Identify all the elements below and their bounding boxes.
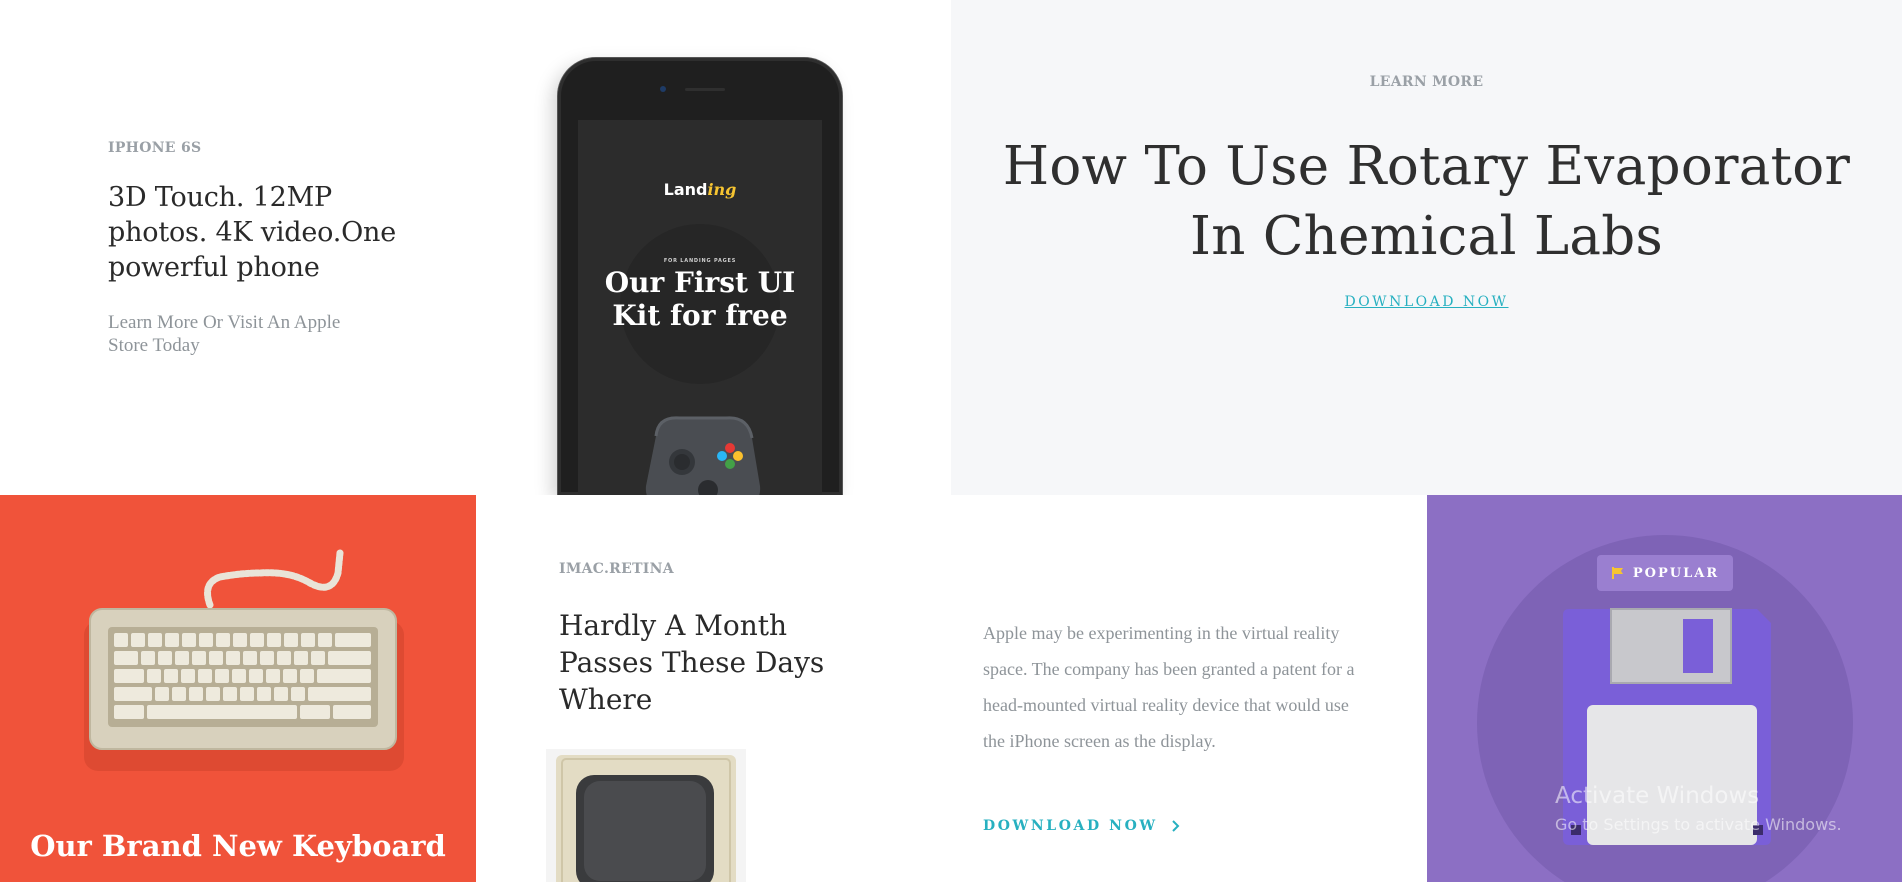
iphone-subtitle[interactable]: Learn More Or Visit An Apple Store Today (108, 311, 378, 357)
article-body: Apple may be experimenting in the virtua… (983, 623, 1355, 751)
screen-logo-main: Land (663, 180, 708, 199)
learn-eyebrow: LEARN MORE (1369, 74, 1484, 90)
keyboard-illustration (84, 549, 404, 771)
screen-logo: Landing (578, 180, 822, 199)
iphone-title: 3D Touch. 12MP photos. 4K video.One powe… (108, 182, 397, 283)
watermark-title: Activate Windows (1555, 783, 1760, 809)
iphone-tile: IPHONE 6S 3D Touch. 12MP photos. 4K vide… (0, 0, 951, 495)
screen-kicker: FOR LANDING PAGES (663, 258, 737, 264)
flag-icon (1611, 567, 1623, 579)
os-activation-watermark: Activate Windows Go to Settings to activ… (1555, 783, 1842, 834)
speaker-grille (685, 88, 725, 91)
floppy-tile: POPULAR Activate Windows Go to Settings … (1427, 495, 1902, 882)
iphone-eyebrow: IPHONE 6S (108, 140, 202, 156)
popular-badge-label: POPULAR (1632, 565, 1720, 581)
iphone-mockup: Landing FOR LANDING PAGES Our First UI K… (558, 58, 842, 495)
imac-eyebrow: IMAC.RETINA (559, 561, 674, 577)
keyboard-tile[interactable]: Our Brand New Keyboard (0, 495, 476, 882)
article-tile: Apple may be experimenting in the virtua… (951, 495, 1427, 882)
watermark-subtitle: Go to Settings to activate Windows. (1555, 815, 1842, 834)
screen-logo-accent: ing (707, 180, 737, 199)
camera-icon (660, 86, 666, 92)
keyboard-title[interactable]: Our Brand New Keyboard (0, 829, 476, 863)
download-now-label: DOWNLOAD NOW (983, 818, 1158, 834)
iphone-text-block: IPHONE 6S 3D Touch. 12MP photos. 4K vide… (108, 140, 408, 357)
page: IPHONE 6S 3D Touch. 12MP photos. 4K vide… (0, 0, 1902, 882)
imac-tile: IMAC.RETINA Hardly A Month Passes These … (476, 495, 951, 882)
phone-screen: Landing FOR LANDING PAGES Our First UI K… (578, 120, 822, 495)
download-now-link[interactable]: DOWNLOAD NOW (951, 294, 1902, 310)
screen-headline: Our First UI Kit for free (604, 266, 796, 332)
imac-illustration (546, 749, 746, 882)
popular-badge[interactable]: POPULAR (1597, 555, 1733, 591)
learn-more-tile: LEARN MORE How To Use Rotary Evaporator … (951, 0, 1902, 495)
gamepad-icon (645, 416, 761, 495)
download-now-button[interactable]: DOWNLOAD NOW (983, 818, 1181, 834)
imac-title[interactable]: Hardly A Month Passes These Days Where (559, 607, 859, 718)
chevron-right-icon (1172, 820, 1180, 832)
learn-title: How To Use Rotary Evaporator In Chemical… (1002, 136, 1851, 267)
